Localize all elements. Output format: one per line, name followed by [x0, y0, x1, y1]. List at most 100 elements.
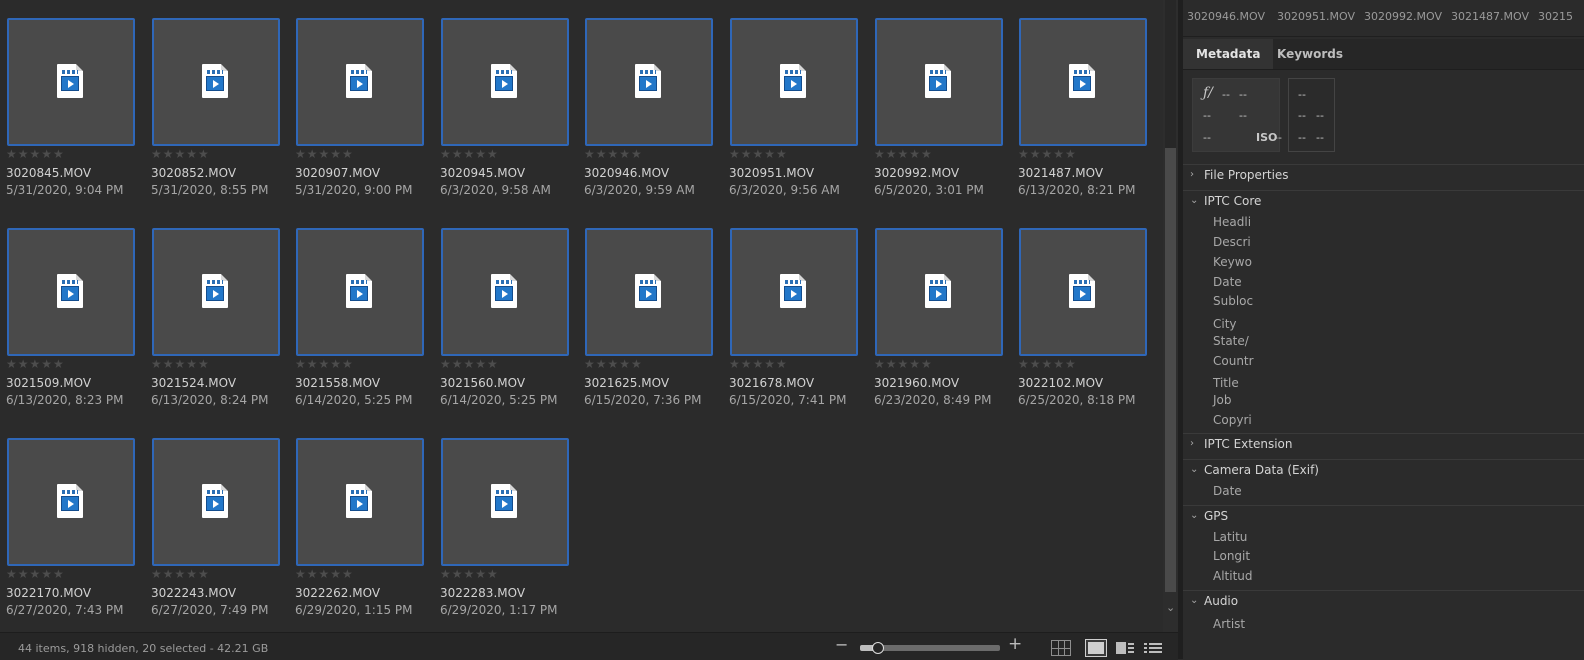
file-thumbnail[interactable]: ★★★★★ 3020992.MOV 6/5/2020, 3:01 PM — [868, 0, 1013, 210]
file-name[interactable]: 3022243.MOV — [151, 586, 236, 600]
star-rating[interactable]: ★★★★★ — [874, 147, 933, 161]
file-name[interactable]: 3021678.MOV — [729, 376, 814, 390]
star-rating[interactable]: ★★★★★ — [584, 147, 643, 161]
file-thumbnail[interactable]: ★★★★★ 3021960.MOV 6/23/2020, 8:49 PM — [868, 210, 1013, 420]
file-name[interactable]: 3021558.MOV — [295, 376, 380, 390]
thumbnail-frame[interactable] — [441, 438, 569, 566]
filmstrip-item[interactable]: 30215 — [1538, 10, 1573, 23]
star-rating[interactable]: ★★★★★ — [295, 357, 354, 371]
chevron-right-icon[interactable]: › — [1190, 438, 1194, 449]
file-thumbnail[interactable]: ★★★★★ 3021487.MOV 6/13/2020, 8:21 PM — [1012, 0, 1157, 210]
star-rating[interactable]: ★★★★★ — [440, 147, 499, 161]
file-name[interactable]: 3021625.MOV — [584, 376, 669, 390]
view-as-details-icon[interactable] — [1116, 640, 1136, 656]
scrollbar-thumb[interactable] — [1165, 148, 1176, 592]
file-name[interactable]: 3022262.MOV — [295, 586, 380, 600]
thumbnail-frame[interactable] — [7, 228, 135, 356]
file-thumbnail[interactable]: ★★★★★ 3020946.MOV 6/3/2020, 9:59 AM — [578, 0, 723, 210]
file-name[interactable]: 3020951.MOV — [729, 166, 814, 180]
section-title[interactable]: File Properties — [1204, 168, 1289, 182]
file-thumbnail[interactable]: ★★★★★ 3021678.MOV 6/15/2020, 7:41 PM — [723, 210, 868, 420]
thumbnail-frame[interactable] — [296, 438, 424, 566]
thumbnail-frame[interactable] — [152, 18, 280, 146]
thumbnail-frame[interactable] — [296, 228, 424, 356]
thumbnail-frame[interactable] — [152, 228, 280, 356]
file-name[interactable]: 3020852.MOV — [151, 166, 236, 180]
star-rating[interactable]: ★★★★★ — [1018, 147, 1077, 161]
thumbnail-frame[interactable] — [7, 18, 135, 146]
filmstrip-item[interactable]: 3020992.MOV — [1364, 10, 1442, 23]
star-rating[interactable]: ★★★★★ — [151, 567, 210, 581]
file-thumbnail[interactable]: ★★★★★ 3020907.MOV 5/31/2020, 9:00 PM — [289, 0, 434, 210]
thumbnail-frame[interactable] — [152, 438, 280, 566]
tab-metadata[interactable]: Metadata — [1183, 39, 1274, 69]
file-thumbnail[interactable]: ★★★★★ 3021524.MOV 6/13/2020, 8:24 PM — [145, 210, 290, 420]
star-rating[interactable]: ★★★★★ — [584, 357, 643, 371]
chevron-down-icon[interactable]: ⌄ — [1190, 464, 1198, 475]
thumbnail-frame[interactable] — [730, 228, 858, 356]
view-as-list-icon[interactable] — [1144, 640, 1164, 656]
file-name[interactable]: 3020992.MOV — [874, 166, 959, 180]
thumbnail-frame[interactable] — [1019, 18, 1147, 146]
file-name[interactable]: 3020907.MOV — [295, 166, 380, 180]
file-name[interactable]: 3021524.MOV — [151, 376, 236, 390]
thumbnail-frame[interactable] — [730, 18, 858, 146]
file-name[interactable]: 3022102.MOV — [1018, 376, 1103, 390]
star-rating[interactable]: ★★★★★ — [151, 147, 210, 161]
chevron-down-icon[interactable]: ⌄ — [1190, 510, 1198, 521]
file-thumbnail[interactable]: ★★★★★ 3021560.MOV 6/14/2020, 5:25 PM — [434, 210, 579, 420]
file-thumbnail[interactable]: ★★★★★ 3021558.MOV 6/14/2020, 5:25 PM — [289, 210, 434, 420]
section-gps[interactable]: ⌄ GPS — [1183, 505, 1584, 526]
star-rating[interactable]: ★★★★★ — [440, 567, 499, 581]
file-thumbnail[interactable]: ★★★★★ 3022283.MOV 6/29/2020, 1:17 PM — [434, 420, 579, 630]
slider-handle[interactable] — [872, 642, 884, 654]
chevron-down-icon[interactable]: ⌄ — [1190, 595, 1198, 606]
file-thumbnail[interactable]: ★★★★★ 3022243.MOV 6/27/2020, 7:49 PM — [145, 420, 290, 630]
section-iptc-extension[interactable]: › IPTC Extension — [1183, 433, 1584, 454]
file-thumbnail[interactable]: ★★★★★ 3022102.MOV 6/25/2020, 8:18 PM — [1012, 210, 1157, 420]
star-rating[interactable]: ★★★★★ — [295, 567, 354, 581]
chevron-down-icon[interactable]: ⌄ — [1190, 195, 1198, 206]
thumbnail-frame[interactable] — [875, 18, 1003, 146]
file-name[interactable]: 3020945.MOV — [440, 166, 525, 180]
zoom-out-button[interactable]: − — [835, 635, 848, 654]
section-title[interactable]: GPS — [1204, 509, 1228, 523]
file-thumbnail[interactable]: ★★★★★ 3021625.MOV 6/15/2020, 7:36 PM — [578, 210, 723, 420]
lock-grid-icon[interactable] — [1051, 640, 1071, 656]
file-name[interactable]: 3020845.MOV — [6, 166, 91, 180]
file-name[interactable]: 3022170.MOV — [6, 586, 91, 600]
thumbnail-frame[interactable] — [296, 18, 424, 146]
section-audio[interactable]: ⌄ Audio — [1183, 590, 1584, 611]
file-thumbnail[interactable]: ★★★★★ 3020852.MOV 5/31/2020, 8:55 PM — [145, 0, 290, 210]
zoom-in-button[interactable]: + — [1008, 634, 1022, 654]
view-as-thumbnails-icon[interactable] — [1085, 639, 1107, 657]
section-title[interactable]: Camera Data (Exif) — [1204, 463, 1319, 477]
star-rating[interactable]: ★★★★★ — [6, 147, 65, 161]
content-grid[interactable]: ★★★★★ 3020845.MOV 5/31/2020, 9:04 PM ★★★★★ 3… — [0, 0, 1163, 632]
star-rating[interactable]: ★★★★★ — [151, 357, 210, 371]
file-thumbnail[interactable]: ★★★★★ 3022262.MOV 6/29/2020, 1:15 PM — [289, 420, 434, 630]
star-rating[interactable]: ★★★★★ — [6, 567, 65, 581]
file-thumbnail[interactable]: ★★★★★ 3020951.MOV 6/3/2020, 9:56 AM — [723, 0, 868, 210]
file-thumbnail[interactable]: ★★★★★ 3020945.MOV 6/3/2020, 9:58 AM — [434, 0, 579, 210]
filmstrip-item[interactable]: 3020946.MOV — [1187, 10, 1265, 23]
section-camera-data[interactable]: ⌄ Camera Data (Exif) — [1183, 459, 1584, 480]
file-name[interactable]: 3021509.MOV — [6, 376, 91, 390]
tab-keywords[interactable]: Keywords — [1264, 39, 1356, 69]
thumbnail-frame[interactable] — [7, 438, 135, 566]
section-title[interactable]: IPTC Core — [1204, 194, 1261, 208]
section-iptc-core[interactable]: ⌄ IPTC Core — [1183, 190, 1584, 211]
file-name[interactable]: 3021560.MOV — [440, 376, 525, 390]
file-thumbnail[interactable]: ★★★★★ 3022170.MOV 6/27/2020, 7:43 PM — [0, 420, 145, 630]
scrollbar-track[interactable] — [1165, 0, 1176, 148]
thumbnail-frame[interactable] — [441, 18, 569, 146]
star-rating[interactable]: ★★★★★ — [295, 147, 354, 161]
thumbnail-frame[interactable] — [1019, 228, 1147, 356]
section-title[interactable]: IPTC Extension — [1204, 437, 1293, 451]
thumbnail-frame[interactable] — [585, 18, 713, 146]
thumbnail-frame[interactable] — [585, 228, 713, 356]
star-rating[interactable]: ★★★★★ — [440, 357, 499, 371]
chevron-right-icon[interactable]: › — [1190, 169, 1194, 180]
section-file-properties[interactable]: › File Properties — [1183, 164, 1584, 185]
thumbnail-frame[interactable] — [875, 228, 1003, 356]
